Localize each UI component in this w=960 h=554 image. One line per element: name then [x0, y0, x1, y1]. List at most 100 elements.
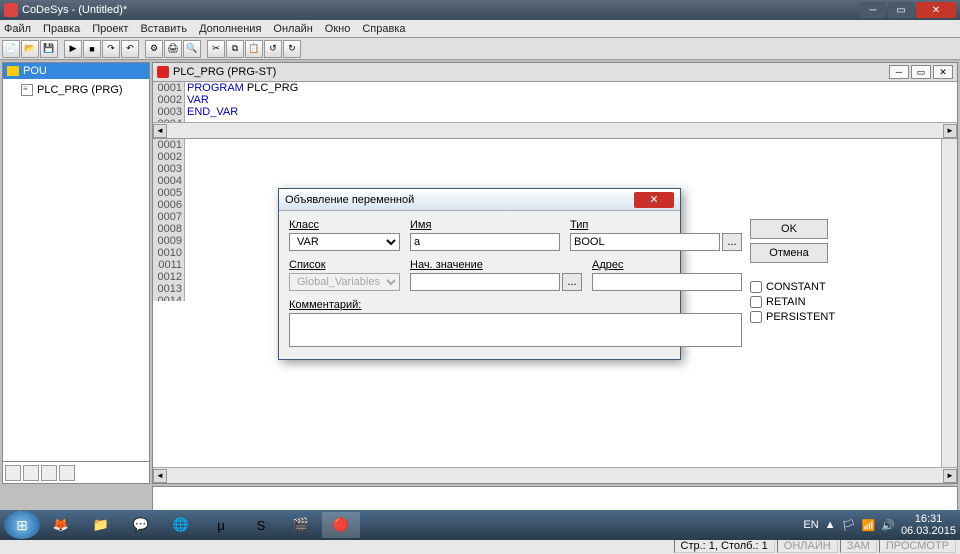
window-title: CoDeSys - (Untitled)*	[22, 4, 127, 16]
dialog-close-button[interactable]: ✕	[634, 192, 674, 208]
tree-tab-visu[interactable]	[41, 465, 57, 481]
taskbar-skype[interactable]: S	[242, 512, 280, 538]
address-label: Адрес	[592, 259, 742, 271]
menu-project[interactable]: Проект	[92, 23, 128, 35]
toolbar-paste-button[interactable]: 📋	[245, 40, 263, 58]
tray-network-icon[interactable]: 📶	[862, 519, 876, 532]
scroll-left-icon[interactable]: ◄	[153, 469, 167, 483]
menu-extras[interactable]: Дополнения	[199, 23, 261, 35]
menu-help[interactable]: Справка	[362, 23, 405, 35]
system-tray[interactable]: EN ▲ 🏳 📶 🔊 16:31 06.03.2015	[803, 513, 956, 537]
status-overwrite: ЗАМ	[840, 539, 877, 553]
gutter: 0001	[153, 82, 185, 94]
scroll-right-icon[interactable]: ►	[943, 124, 957, 138]
toolbar-step2-button[interactable]: ↶	[121, 40, 139, 58]
taskbar-mediaplayer[interactable]: 🎬	[282, 512, 320, 538]
toolbar-run-button[interactable]: ▶	[64, 40, 82, 58]
type-label: Тип	[570, 219, 742, 231]
status-position: Стр.: 1, Столб.: 1	[674, 539, 775, 553]
tray-clock[interactable]: 16:31 06.03.2015	[901, 513, 956, 537]
toolbar-cut-button[interactable]: ✂	[207, 40, 225, 58]
menu-insert[interactable]: Вставить	[140, 23, 187, 35]
taskbar-firefox[interactable]: 🦊	[42, 512, 80, 538]
retain-checkbox[interactable]	[750, 296, 762, 308]
taskbar-utorrent[interactable]: μ	[202, 512, 240, 538]
name-input[interactable]	[410, 233, 560, 251]
toolbar-find-button[interactable]: 🔍	[183, 40, 201, 58]
toolbar-open-button[interactable]: 📂	[21, 40, 39, 58]
toolbar-new-button[interactable]: 📄	[2, 40, 20, 58]
constant-checkbox[interactable]	[750, 281, 762, 293]
address-input[interactable]	[592, 273, 742, 291]
menu-window[interactable]: Окно	[325, 23, 351, 35]
taskbar-viber[interactable]: 💬	[122, 512, 160, 538]
window-titlebar: CoDeSys - (Untitled)* ─ ▭ ✕	[0, 0, 960, 20]
toolbar-save-button[interactable]: 💾	[40, 40, 58, 58]
declaration-section[interactable]: 0001PROGRAM PLC_PRG 0002VAR 0003END_VAR …	[153, 82, 957, 139]
tree-tab-resources[interactable]	[59, 465, 75, 481]
mdi-minimize-button[interactable]: ─	[889, 65, 909, 79]
comment-textarea[interactable]	[289, 313, 742, 347]
menu-edit[interactable]: Правка	[43, 23, 80, 35]
tray-flag-icon[interactable]: 🏳	[842, 519, 856, 532]
comment-label: Комментарий:	[289, 299, 742, 311]
scroll-left-icon[interactable]: ◄	[153, 124, 167, 138]
class-label: Класс	[289, 219, 400, 231]
decl-hscroll[interactable]: ◄ ►	[153, 122, 957, 138]
dialog-title: Объявление переменной	[285, 194, 414, 206]
taskbar-chrome[interactable]: 🌐	[162, 512, 200, 538]
plc-icon	[157, 66, 169, 78]
ok-button[interactable]: OK	[750, 219, 828, 239]
document-icon	[21, 84, 33, 96]
toolbar-undo-button[interactable]: ↺	[264, 40, 282, 58]
status-view: ПРОСМОТР	[879, 539, 956, 553]
tree-root-label: POU	[23, 65, 47, 77]
window-minimize-button[interactable]: ─	[860, 2, 886, 18]
window-maximize-button[interactable]: ▭	[888, 2, 914, 18]
taskbar-explorer[interactable]: 📁	[82, 512, 120, 538]
init-browse-button[interactable]: ...	[562, 273, 582, 291]
toolbar-step-button[interactable]: ↷	[102, 40, 120, 58]
menu-file[interactable]: Файл	[4, 23, 31, 35]
tray-language[interactable]: EN	[803, 519, 818, 531]
tray-show-hidden-icon[interactable]: ▲	[825, 519, 836, 531]
mdi-restore-button[interactable]: ▭	[911, 65, 931, 79]
tree-item-label: PLC_PRG (PRG)	[37, 84, 123, 96]
tray-volume-icon[interactable]: 🔊	[881, 519, 895, 532]
start-button[interactable]: ⊞	[4, 511, 40, 539]
taskbar-codesys[interactable]: 🔴	[322, 512, 360, 538]
menu-online[interactable]: Онлайн	[273, 23, 312, 35]
tree-tab-pou[interactable]	[5, 465, 21, 481]
body-vscroll[interactable]	[941, 139, 957, 467]
toolbar-copy-button[interactable]: ⧉	[226, 40, 244, 58]
retain-checkbox-label[interactable]: RETAIN	[750, 296, 828, 308]
type-browse-button[interactable]: ...	[722, 233, 742, 251]
editor-tab-label: PLC_PRG (PRG-ST)	[173, 66, 276, 78]
constant-checkbox-label[interactable]: CONSTANT	[750, 281, 828, 293]
class-select[interactable]: VAR	[289, 233, 400, 251]
toolbar: 📄 📂 💾 ▶ ■ ↷ ↶ ⚙ 🖨 🔍 ✂ ⧉ 📋 ↺ ↻	[0, 38, 960, 60]
type-input[interactable]	[570, 233, 720, 251]
toolbar-print-button[interactable]: 🖨	[164, 40, 182, 58]
dialog-titlebar[interactable]: Объявление переменной ✕	[279, 189, 680, 211]
mdi-close-button[interactable]: ✕	[933, 65, 953, 79]
tree-body: PLC_PRG (PRG)	[3, 79, 149, 461]
body-hscroll[interactable]: ◄ ►	[153, 467, 957, 483]
toolbar-stop-button[interactable]: ■	[83, 40, 101, 58]
status-online: ОНЛАЙН	[777, 539, 838, 553]
persistent-checkbox-label[interactable]: PERSISTENT	[750, 311, 828, 323]
tree-root[interactable]: POU	[3, 63, 149, 79]
tree-item-plcprg[interactable]: PLC_PRG (PRG)	[7, 83, 145, 97]
folder-icon	[7, 66, 19, 76]
toolbar-redo-button[interactable]: ↻	[283, 40, 301, 58]
init-input[interactable]	[410, 273, 560, 291]
scroll-right-icon[interactable]: ►	[943, 469, 957, 483]
toolbar-build-button[interactable]: ⚙	[145, 40, 163, 58]
window-close-button[interactable]: ✕	[916, 2, 956, 18]
init-label: Нач. значение	[410, 259, 582, 271]
variable-declaration-dialog: Объявление переменной ✕ Класс VAR Имя Ти…	[278, 188, 681, 360]
tree-tab-datatypes[interactable]	[23, 465, 39, 481]
persistent-checkbox[interactable]	[750, 311, 762, 323]
name-label: Имя	[410, 219, 560, 231]
cancel-button[interactable]: Отмена	[750, 243, 828, 263]
